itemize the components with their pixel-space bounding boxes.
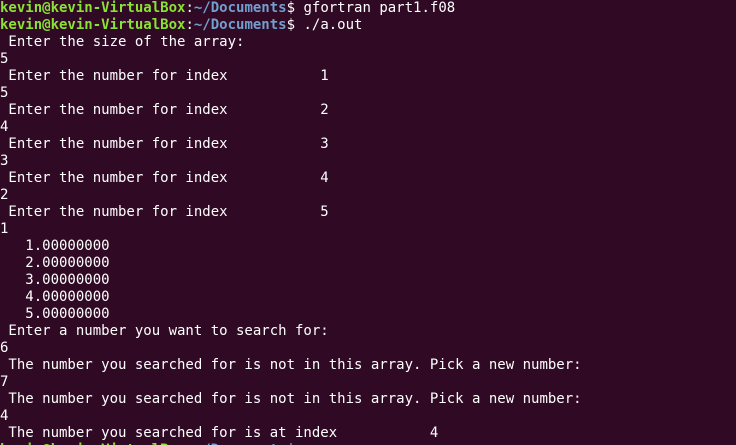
prompt-separator: : <box>185 17 194 33</box>
output-text: Enter the number for index 3 <box>0 136 329 152</box>
prompt-user-host: kevin@kevin-VirtualBox <box>0 0 186 16</box>
output-line: 2 <box>0 187 8 204</box>
output-text: 5 <box>0 85 9 101</box>
output-text: 2 <box>0 187 9 203</box>
prompt-path: ~/Documents <box>193 0 287 16</box>
output-text: Enter a number you want to search for: <box>0 323 329 339</box>
prompt-line: kevin@kevin-VirtualBox:~/Documents$ gfor… <box>0 0 455 17</box>
terminal-window[interactable]: kevin@kevin-VirtualBox:~/Documents$ gfor… <box>0 0 736 445</box>
output-line: 5 <box>0 51 8 68</box>
output-line: 1 <box>0 221 8 238</box>
output-text: 3 <box>0 153 9 169</box>
output-line: The number you searched for is not in th… <box>0 391 582 408</box>
output-text: 4 <box>0 119 9 135</box>
output-text: 2.00000000 <box>0 255 144 271</box>
output-line: 3.00000000 <box>0 272 143 289</box>
output-text: Enter the size of the array: <box>0 34 245 50</box>
prompt-symbol: $ <box>286 17 296 33</box>
output-line: Enter the number for index 3 <box>0 136 329 153</box>
output-text: 1.00000000 <box>0 238 144 254</box>
output-line: 7 <box>0 374 8 391</box>
output-line: 4 <box>0 119 8 136</box>
output-line: 5 <box>0 85 8 102</box>
output-text: Enter the number for index 1 <box>0 68 329 84</box>
output-text: 4 <box>0 408 9 424</box>
output-text: Enter the number for index 5 <box>0 204 329 220</box>
output-line: 3 <box>0 153 8 170</box>
output-line: Enter the size of the array: <box>0 34 244 51</box>
prompt-separator: : <box>185 0 194 16</box>
output-line: Enter the number for index 4 <box>0 170 329 187</box>
prompt-line: kevin@kevin-VirtualBox:~/Documents$ ./a.… <box>0 17 362 34</box>
output-text: The number you searched for is not in th… <box>0 357 582 373</box>
output-line: 6 <box>0 340 8 357</box>
command-text: gfortran part1.f08 <box>295 0 456 16</box>
output-line: The number you searched for is not in th… <box>0 357 582 374</box>
command-text: ./a.out <box>295 17 363 33</box>
prompt-path: ~/Documents <box>193 17 287 33</box>
output-text: 1 <box>0 221 9 237</box>
prompt-symbol: $ <box>286 0 296 16</box>
output-line: 5.00000000 <box>0 306 143 323</box>
output-line: Enter the number for index 5 <box>0 204 329 221</box>
output-text: 3.00000000 <box>0 272 144 288</box>
output-line: 4 <box>0 408 8 425</box>
output-text: 4.00000000 <box>0 289 144 305</box>
output-line: The number you searched for is at index … <box>0 425 438 442</box>
output-line: 2.00000000 <box>0 255 143 272</box>
output-line: Enter a number you want to search for: <box>0 323 329 340</box>
output-text: 7 <box>0 374 9 390</box>
output-text: Enter the number for index 4 <box>0 170 329 186</box>
output-line: 1.00000000 <box>0 238 143 255</box>
output-text: 5 <box>0 51 9 67</box>
output-text: 6 <box>0 340 9 356</box>
output-text: Enter the number for index 2 <box>0 102 329 118</box>
output-line: Enter the number for index 2 <box>0 102 329 119</box>
output-text: The number you searched for is not in th… <box>0 391 582 407</box>
output-text: 5.00000000 <box>0 306 144 322</box>
output-text: The number you searched for is at index … <box>0 425 439 441</box>
output-line: 4.00000000 <box>0 289 143 306</box>
prompt-user-host: kevin@kevin-VirtualBox <box>0 17 186 33</box>
output-line: Enter the number for index 1 <box>0 68 329 85</box>
